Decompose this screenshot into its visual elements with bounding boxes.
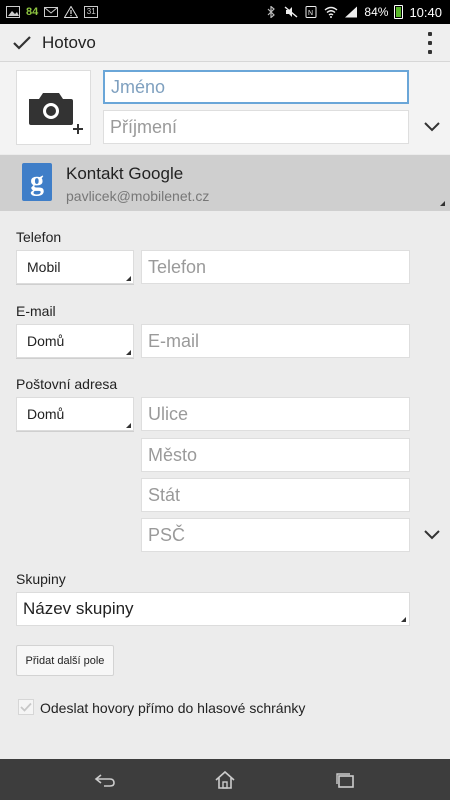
voicemail-checkbox[interactable] [18, 699, 34, 715]
voicemail-label: Odeslat hovory přímo do hlasové schránky [40, 700, 306, 716]
chevron-down-icon[interactable] [422, 120, 442, 134]
status-bar: 84 31 N 84% 10:40 [0, 0, 450, 24]
camera-add-icon [29, 93, 83, 134]
gallery-icon [6, 6, 20, 18]
group-value: Název skupiny [23, 599, 134, 618]
phone-type-value: Mobil [27, 259, 61, 275]
battery-percent: 84% [364, 5, 389, 19]
address-type-value: Domů [27, 406, 65, 422]
group-spinner[interactable]: Název skupiny [16, 592, 410, 626]
account-title: Kontakt Google [66, 164, 184, 183]
spinner-corner-icon [401, 617, 406, 622]
address-label: Poštovní adresa [16, 376, 118, 392]
calendar-icon: 31 [84, 6, 99, 18]
home-icon [215, 770, 235, 789]
check-icon [20, 702, 32, 712]
spinner-corner-icon [126, 276, 131, 281]
signal-icon [345, 6, 358, 18]
google-icon: g [22, 163, 52, 201]
done-button[interactable]: Hotovo [0, 24, 106, 61]
account-email: pavlicek@mobilenet.cz [66, 188, 210, 204]
state-input[interactable]: Stát [141, 478, 410, 512]
notification-count: 84 [26, 6, 39, 18]
back-button[interactable] [85, 767, 125, 793]
battery-icon [394, 5, 404, 19]
checkmark-icon [13, 35, 31, 50]
clock: 10:40 [409, 4, 442, 20]
email-label: E-mail [16, 303, 56, 319]
address-type-spinner[interactable]: Domů [16, 397, 134, 431]
overflow-menu-icon[interactable] [426, 32, 434, 54]
spinner-corner-icon [126, 423, 131, 428]
groups-label: Skupiny [16, 571, 66, 587]
city-input[interactable]: Město [141, 438, 410, 472]
navigation-bar [0, 759, 450, 800]
bluetooth-icon [267, 6, 276, 18]
zip-input[interactable]: PSČ [141, 518, 410, 552]
done-label: Hotovo [42, 32, 96, 52]
street-input[interactable]: Ulice [141, 397, 410, 431]
warning-icon [64, 6, 79, 18]
action-bar: Hotovo [0, 24, 450, 62]
last-name-input[interactable]: Příjmení [103, 110, 409, 144]
name-header: Jméno Příjmení [0, 62, 450, 154]
recent-apps-button[interactable] [325, 767, 365, 793]
home-button[interactable] [205, 767, 245, 793]
email-type-value: Domů [27, 333, 65, 349]
phone-type-spinner[interactable]: Mobil [16, 250, 134, 284]
chevron-down-icon[interactable] [422, 528, 442, 542]
phone-label: Telefon [16, 229, 62, 245]
recent-apps-icon [336, 773, 354, 788]
svg-text:N: N [308, 10, 313, 17]
add-field-button[interactable]: Přidat další pole [16, 645, 114, 676]
account-selector[interactable]: g Kontakt Google pavlicek@mobilenet.cz [0, 155, 450, 211]
email-input[interactable]: E-mail [141, 324, 410, 358]
wifi-icon [324, 6, 338, 18]
email-type-spinner[interactable]: Domů [16, 324, 134, 358]
nfc-icon: N [305, 6, 317, 18]
add-photo-button[interactable] [16, 70, 91, 145]
mute-icon [284, 6, 298, 18]
back-icon [94, 774, 115, 787]
spinner-corner-icon [440, 201, 445, 206]
spinner-corner-icon [126, 350, 131, 355]
first-name-input[interactable]: Jméno [103, 70, 409, 104]
mail-icon [44, 7, 59, 17]
phone-input[interactable]: Telefon [141, 250, 410, 284]
